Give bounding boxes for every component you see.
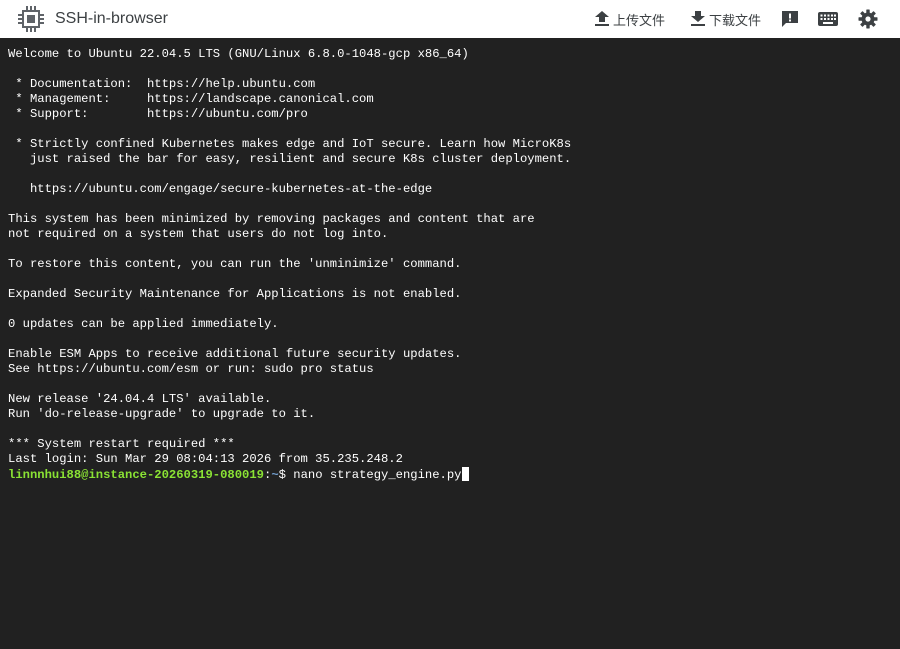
terminal-line: Expanded Security Maintenance for Applic… <box>8 287 462 301</box>
settings-button[interactable] <box>858 0 878 38</box>
terminal-line: *** System restart required *** <box>8 437 235 451</box>
terminal-line: 0 updates can be applied immediately. <box>8 317 279 331</box>
prompt-user-host: linnnhui88@instance-20260319-080019 <box>8 468 264 482</box>
prompt-path: ~ <box>271 468 279 482</box>
terminal-line: Run 'do-release-upgrade' to upgrade to i… <box>8 407 316 421</box>
download-icon <box>691 11 705 27</box>
download-file-label: 下载文件 <box>709 12 762 28</box>
terminal-line: just raised the bar for easy, resilient … <box>8 152 572 166</box>
upload-icon <box>595 11 609 27</box>
app-title: SSH-in-browser <box>55 10 168 27</box>
terminal-line: * Support: https://ubuntu.com/pro <box>8 107 308 121</box>
terminal-line: https://ubuntu.com/engage/secure-kuberne… <box>8 182 433 196</box>
terminal-line: Last login: Sun Mar 29 08:04:13 2026 fro… <box>8 452 403 466</box>
terminal-line: * Management: https://landscape.canonica… <box>8 92 374 106</box>
terminal-line: Welcome to Ubuntu 22.04.5 LTS (GNU/Linux… <box>8 47 469 61</box>
feedback-button[interactable] <box>781 0 799 38</box>
command-prompt-line[interactable]: linnnhui88@instance-20260319-080019:~$ n… <box>8 467 900 482</box>
upload-file-button[interactable]: 上传文件 <box>595 0 665 38</box>
terminal[interactable]: Welcome to Ubuntu 22.04.5 LTS (GNU/Linux… <box>0 38 900 649</box>
terminal-line: New release '24.04.4 LTS' available. <box>8 392 272 406</box>
terminal-line: This system has been minimized by removi… <box>8 212 535 226</box>
feedback-icon <box>781 10 799 28</box>
terminal-line: Enable ESM Apps to receive additional fu… <box>8 347 462 361</box>
terminal-line: * Documentation: https://help.ubuntu.com <box>8 77 316 91</box>
upload-file-label: 上传文件 <box>613 12 666 28</box>
terminal-cursor <box>461 467 469 481</box>
terminal-line: not required on a system that users do n… <box>8 227 389 241</box>
terminal-line: * Strictly confined Kubernetes makes edg… <box>8 137 572 151</box>
chip-icon <box>17 5 45 33</box>
top-bar: SSH-in-browser 上传文件 下载文件 <box>0 0 900 38</box>
prompt-command: nano strategy_engine.py <box>293 468 462 482</box>
gear-icon <box>858 9 878 29</box>
keyboard-icon <box>818 11 838 27</box>
keyboard-button[interactable] <box>818 0 838 38</box>
terminal-line: To restore this content, you can run the… <box>8 257 462 271</box>
download-file-button[interactable]: 下载文件 <box>691 0 761 38</box>
terminal-line: See https://ubuntu.com/esm or run: sudo … <box>8 362 374 376</box>
prompt-symbol: $ <box>278 468 294 482</box>
